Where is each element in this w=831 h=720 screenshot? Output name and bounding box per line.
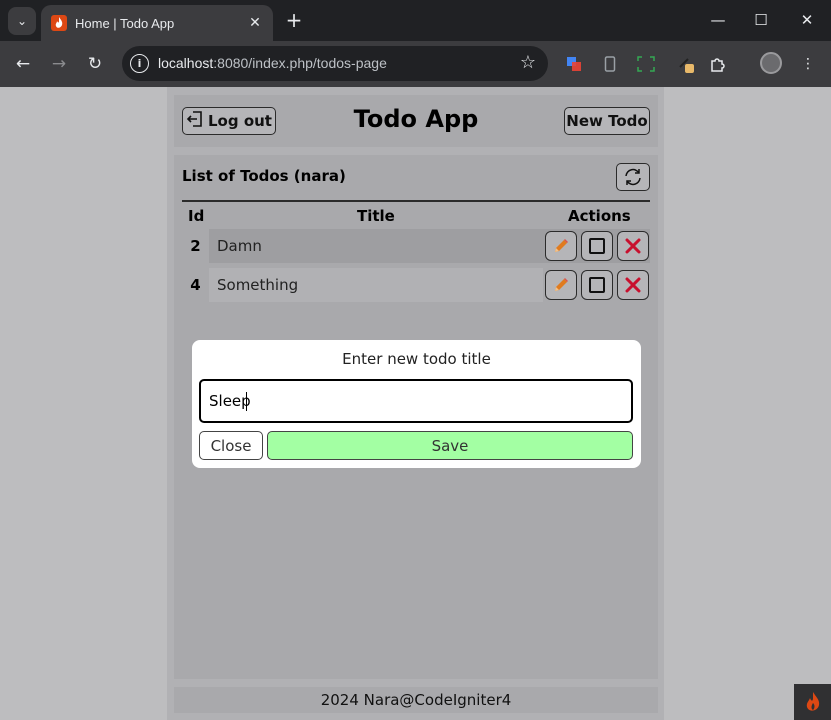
browser-toolbar: ← → ↻ i localhost:8080/index.php/todos-p… (0, 41, 831, 87)
maximize-icon[interactable]: ☐ (746, 6, 776, 34)
column-header-actions: Actions (568, 207, 631, 225)
site-info-icon[interactable]: i (130, 54, 149, 73)
browser-menu-icon[interactable]: ⋮ (797, 53, 819, 75)
page-footer: 2024 Nara@CodeIgniter4 (174, 687, 658, 713)
text-caret (246, 392, 247, 411)
delete-button[interactable] (617, 231, 649, 261)
modal-label: Enter new todo title (342, 350, 491, 368)
profile-avatar-icon[interactable] (760, 52, 782, 74)
checkbox-icon (589, 238, 605, 254)
edit-button[interactable] (545, 270, 577, 300)
column-header-title: Title (357, 207, 395, 225)
window-close-icon[interactable]: ✕ (792, 6, 822, 34)
device-icon[interactable] (599, 53, 621, 75)
delete-button[interactable] (617, 270, 649, 300)
app-header: Log out Todo App New Todo (174, 95, 658, 147)
todo-title: Damn (217, 237, 262, 255)
refresh-icon (625, 168, 641, 186)
table-divider (182, 200, 650, 202)
edit-button[interactable] (545, 231, 577, 261)
column-header-id: Id (188, 207, 205, 225)
colorpicker-extension-icon[interactable] (675, 53, 697, 75)
pencil-icon (555, 278, 568, 291)
table-row: 4 Something (182, 268, 650, 302)
new-todo-button[interactable]: New Todo (564, 107, 650, 135)
todo-title: Something (209, 268, 543, 302)
address-bar[interactable]: i localhost:8080/index.php/todos-page ☆ (122, 46, 548, 81)
tab-title: Home | Todo App (75, 15, 175, 31)
url-text: localhost:8080/index.php/todos-page (158, 55, 387, 71)
close-button[interactable]: Close (199, 431, 263, 460)
complete-toggle-button[interactable] (581, 231, 613, 261)
todo-title-input[interactable] (199, 379, 633, 423)
minimize-icon[interactable]: — (703, 6, 733, 34)
list-heading: List of Todos (nara) (182, 167, 346, 185)
todo-id: 4 (182, 268, 209, 302)
new-todo-modal: Enter new todo title Close Save (192, 340, 641, 468)
bookmark-star-icon[interactable]: ☆ (520, 52, 536, 73)
checkbox-icon (589, 277, 605, 293)
new-tab-plus-icon[interactable]: + (282, 8, 306, 32)
table-row: 2 Damn (182, 229, 650, 263)
tab-close-icon[interactable]: ✕ (245, 13, 265, 33)
tab-search-chevron-icon[interactable]: ⌄ (8, 7, 36, 35)
codeigniter-favicon-icon (51, 15, 67, 31)
screenshot-icon[interactable] (635, 53, 657, 75)
todo-id: 2 (182, 229, 209, 263)
save-button[interactable]: Save (267, 431, 633, 460)
delete-x-icon (625, 277, 641, 293)
extension-windows-icon[interactable] (563, 53, 585, 75)
extensions-puzzle-icon[interactable] (707, 53, 729, 75)
reload-icon[interactable]: ↻ (81, 50, 109, 78)
pencil-icon (555, 239, 568, 252)
complete-toggle-button[interactable] (581, 270, 613, 300)
delete-x-icon (625, 238, 641, 254)
refresh-button[interactable] (616, 163, 650, 191)
back-arrow-icon[interactable]: ← (9, 50, 37, 78)
browser-tab-active[interactable]: Home | Todo App ✕ (41, 5, 273, 41)
forward-arrow-icon[interactable]: → (45, 50, 73, 78)
browser-tab-bar: ⌄ Home | Todo App ✕ + — ☐ ✕ (0, 0, 831, 41)
codeigniter-debug-toolbar-icon[interactable] (794, 684, 831, 720)
